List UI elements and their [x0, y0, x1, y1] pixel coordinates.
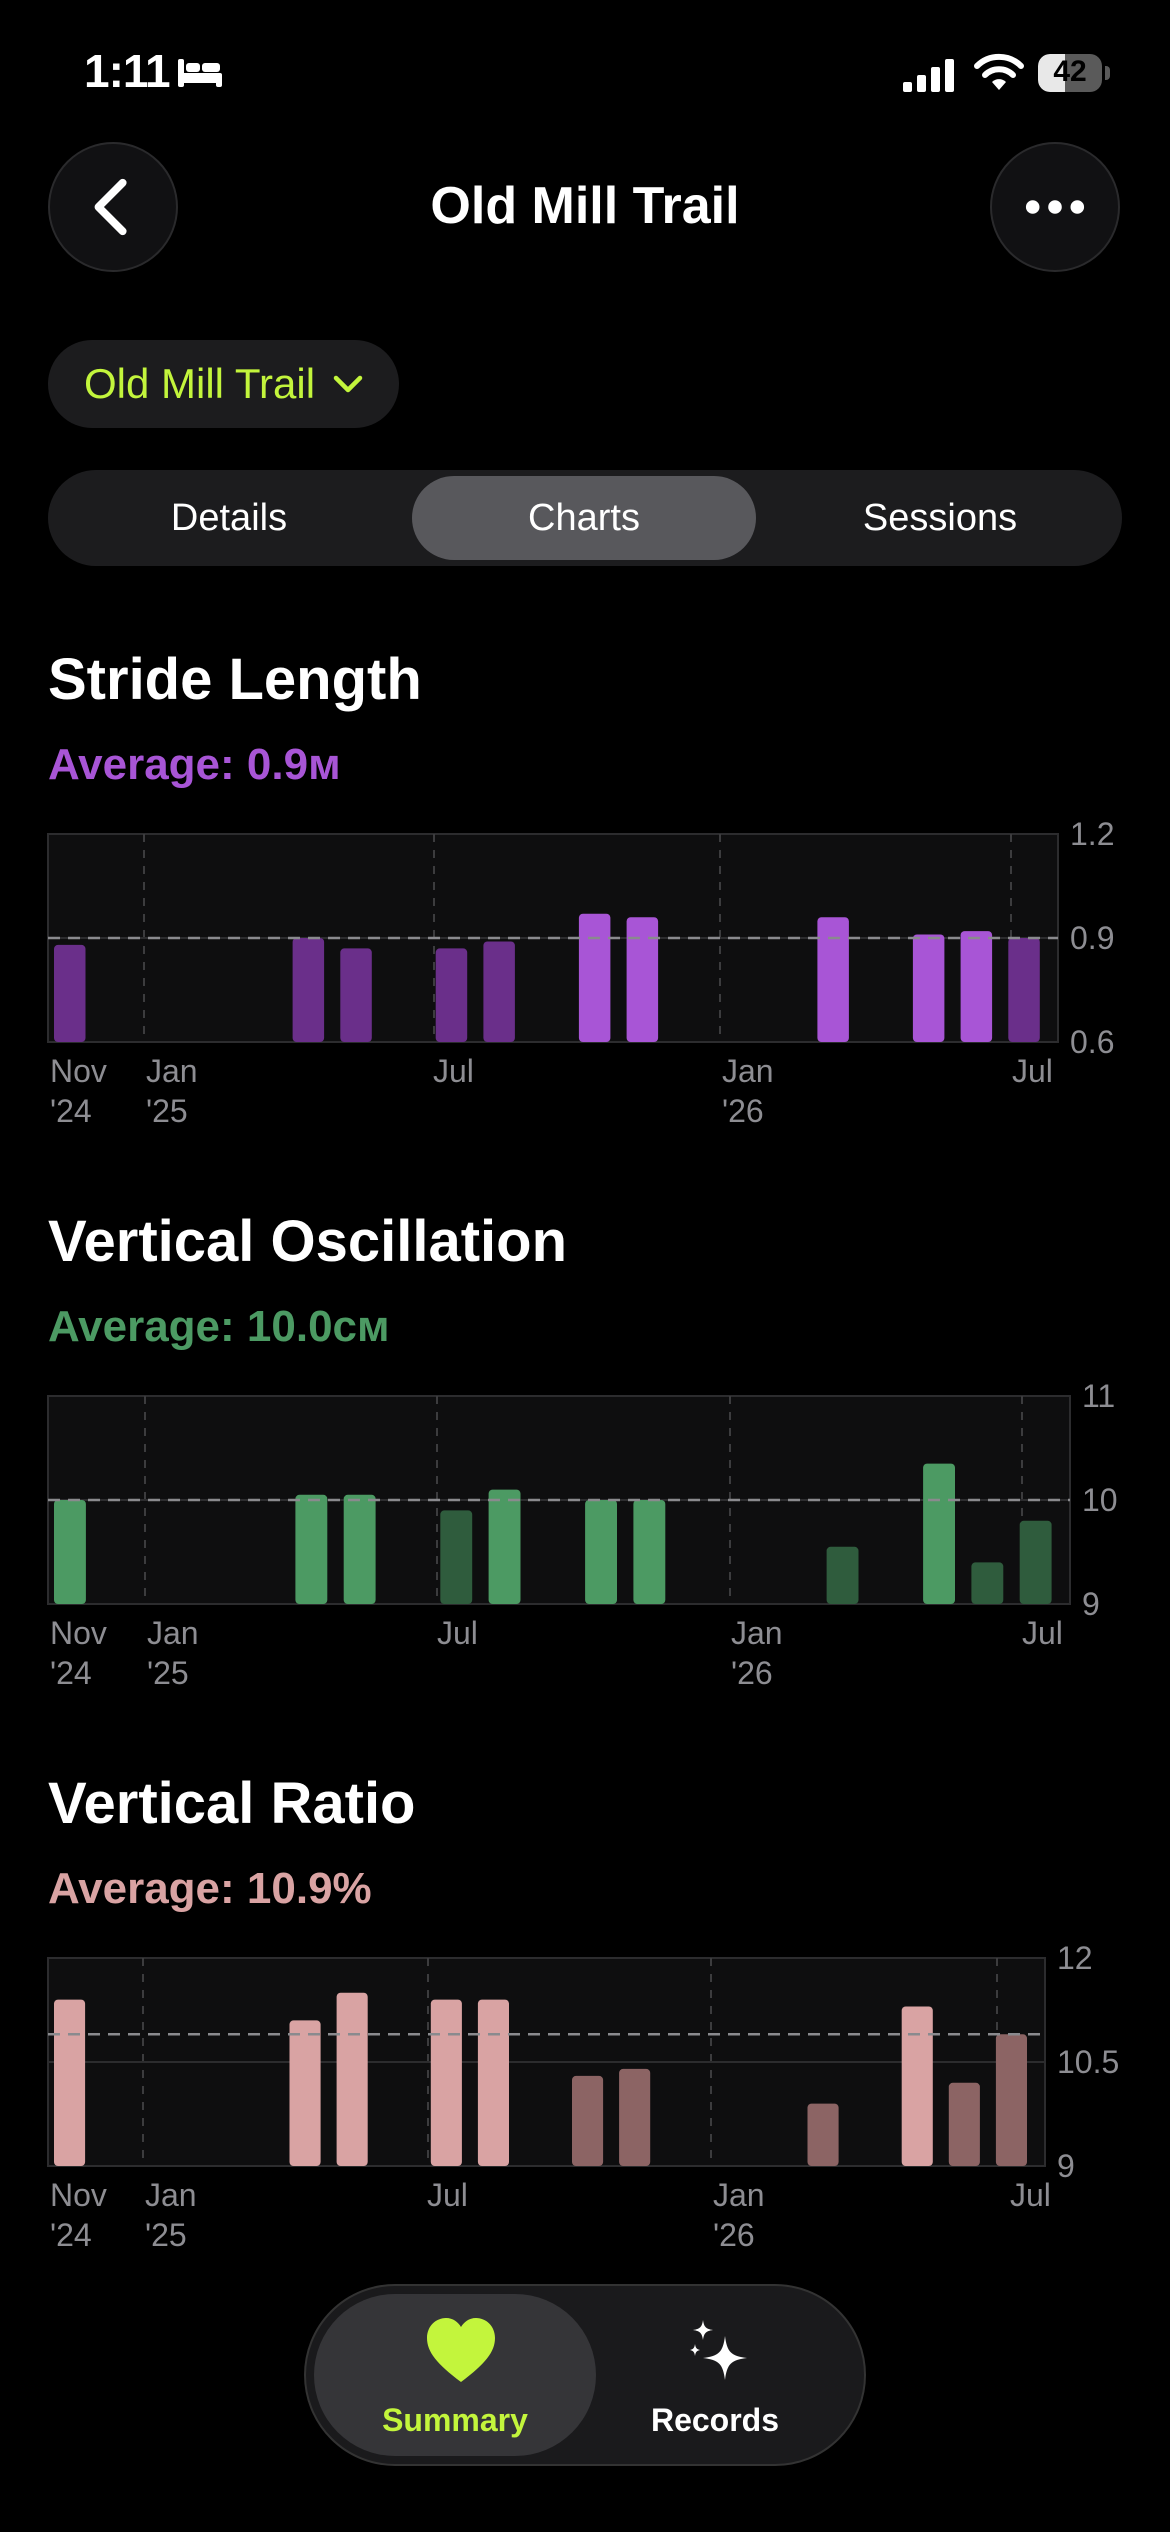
chart-bar — [343, 1494, 376, 1604]
y-tick-label: 11 — [1082, 1378, 1115, 1414]
stride-length-chart: 1.2 0.9 0.6 Nov '24 Jan '25 Jul Jan '26 Jul — [47, 816, 1114, 1129]
chart-bar — [1008, 938, 1040, 1042]
chart-bar — [435, 948, 468, 1042]
heart-icon — [427, 2318, 495, 2382]
y-tick-label: 12 — [1057, 1940, 1093, 1976]
bottom-tab-bar: Summary Records — [304, 2284, 866, 2466]
chart-bar — [440, 1510, 473, 1604]
trail-selector-label: Old Mill Trail — [84, 360, 316, 407]
x-tick-label: Jan '25 — [145, 2177, 197, 2253]
chart-bar — [923, 1463, 955, 1604]
vertical-oscillation-title: Vertical Oscillation — [48, 1209, 567, 1274]
ellipsis-icon — [1025, 200, 1085, 214]
chart-bar — [292, 938, 325, 1042]
x-tick-label: Nov '24 — [50, 1053, 107, 1129]
y-tick-label: 9 — [1082, 1586, 1100, 1622]
x-tick-label: Jul — [433, 1053, 474, 1089]
vertical-ratio-title: Vertical Ratio — [48, 1771, 416, 1836]
chart-bar — [54, 944, 86, 1042]
chart-bar — [340, 948, 372, 1042]
chart-bar — [626, 917, 659, 1042]
vertical-oscillation-average: Average: 10.0см — [48, 1302, 390, 1351]
status-time: 1:11 — [84, 45, 171, 97]
chart-bar — [578, 913, 611, 1042]
y-tick-label: 1.2 — [1070, 816, 1114, 852]
x-tick-label: Jul — [427, 2177, 468, 2213]
battery-cap — [1105, 66, 1110, 80]
tab-summary-label: Summary — [382, 2402, 528, 2438]
x-tick-label: Jan '26 — [713, 2177, 765, 2253]
chart-bar — [488, 1489, 521, 1604]
chevron-down-icon — [333, 375, 363, 393]
y-tick-label: 10.5 — [1057, 2044, 1119, 2080]
trail-selector-button[interactable]: Old Mill Trail — [48, 340, 400, 428]
vertical-oscillation-chart: 11 10 9 Nov '24 Jan '25 Jul Jan '26 Jul — [47, 1378, 1118, 1691]
tab-records[interactable]: Records — [574, 2294, 856, 2456]
sparkles-icon — [690, 2320, 747, 2380]
x-tick-label: Nov '24 — [50, 2177, 107, 2253]
status-bar: 1:11 42 — [0, 0, 1170, 140]
x-tick-label: Jan '25 — [147, 1615, 199, 1691]
chart-bar — [960, 931, 993, 1042]
y-tick-label: 10 — [1082, 1482, 1118, 1518]
tab-summary[interactable]: Summary — [314, 2294, 596, 2456]
y-tick-label: 9 — [1057, 2148, 1075, 2184]
chart-bar — [912, 934, 945, 1042]
chart-bar — [817, 917, 849, 1042]
chart-bar — [585, 1500, 617, 1604]
battery-body: 42 — [1038, 54, 1102, 92]
chart-bar — [826, 1546, 859, 1604]
chart-bar — [619, 2068, 651, 2166]
x-tick-label: Jul — [1022, 1615, 1063, 1651]
x-tick-label: Nov '24 — [50, 1615, 107, 1691]
chart-bar — [995, 2034, 1027, 2166]
stride-length-title: Stride Length — [48, 647, 422, 712]
chart-bar — [295, 1494, 328, 1604]
chart-bar — [54, 1999, 86, 2166]
tab-charts[interactable]: Charts — [412, 476, 756, 560]
tab-details[interactable]: Details — [54, 476, 404, 560]
chart-bar — [1019, 1520, 1052, 1604]
chart-bar — [572, 2075, 604, 2166]
x-tick-label: Jan '25 — [146, 1053, 198, 1129]
vertical-ratio-average: Average: 10.9% — [48, 1864, 372, 1913]
y-tick-label: 0.6 — [1070, 1024, 1114, 1060]
y-tick-label: 0.9 — [1070, 920, 1114, 956]
vertical-ratio-chart: 12 10.5 9 Nov '24 Jan '25 Jul Jan '26 Jul — [47, 1940, 1119, 2253]
chart-bar — [807, 2103, 839, 2166]
chart-bar — [430, 1999, 462, 2166]
chart-bar — [948, 2082, 980, 2166]
tab-records-label: Records — [650, 2402, 780, 2438]
stride-length-average: Average: 0.9м — [48, 740, 341, 789]
tab-sessions[interactable]: Sessions — [764, 476, 1116, 560]
battery-icon: 42 — [1038, 54, 1110, 92]
view-segmented-control: Details Charts Sessions — [48, 470, 1122, 566]
more-options-button[interactable] — [990, 142, 1120, 272]
chart-bar — [901, 2006, 933, 2166]
chart-bar — [633, 1500, 666, 1604]
x-tick-label: Jan '26 — [731, 1615, 783, 1691]
cellular-signal-icon — [903, 59, 954, 92]
chart-bar — [54, 1500, 86, 1604]
battery-percent: 42 — [1053, 55, 1087, 88]
chart-bar — [477, 1999, 509, 2166]
screen: 1:11 42 Old Mill Trail Old Mill Trail De… — [0, 0, 1170, 2532]
chart-bar — [483, 941, 515, 1042]
bed-icon — [178, 59, 222, 87]
x-tick-label: Jul — [1012, 1053, 1053, 1089]
x-tick-label: Jan '26 — [722, 1053, 774, 1129]
chart-bar — [289, 2020, 321, 2166]
wifi-icon — [974, 53, 1024, 90]
x-tick-label: Jul — [437, 1615, 478, 1651]
chart-bar — [336, 1992, 368, 2166]
x-tick-label: Jul — [1010, 2177, 1051, 2213]
chart-bar — [971, 1562, 1004, 1604]
